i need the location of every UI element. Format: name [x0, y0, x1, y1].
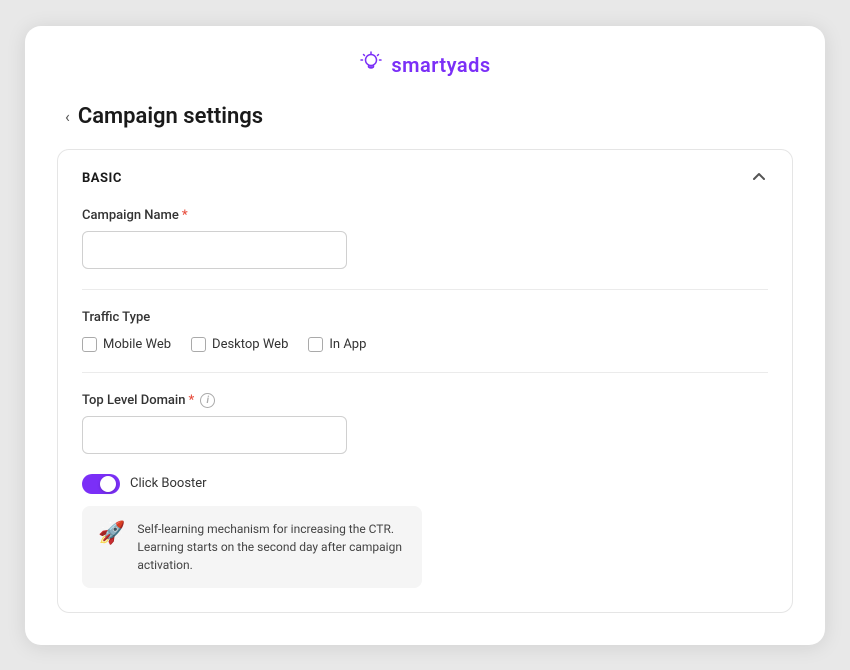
checkbox-mobile-web-input[interactable] [82, 337, 97, 352]
campaign-name-label: Campaign Name * [82, 208, 768, 223]
logo: smartyads [359, 50, 490, 80]
click-booster-label: Click Booster [130, 476, 207, 491]
required-star-name: * [182, 208, 188, 223]
campaign-name-input[interactable] [82, 231, 347, 269]
info-box-text: Self-learning mechanism for increasing t… [137, 520, 406, 574]
checkbox-mobile-web[interactable]: Mobile Web [82, 337, 171, 352]
page-header: ‹ Campaign settings [25, 96, 825, 149]
checkbox-desktop-web-label: Desktop Web [212, 337, 288, 352]
click-booster-toggle[interactable] [82, 474, 120, 494]
traffic-type-label: Traffic Type [82, 310, 768, 325]
checkbox-in-app-label: In App [329, 337, 366, 352]
top-level-domain-input[interactable] [82, 416, 347, 454]
info-icon-domain[interactable]: i [200, 393, 215, 408]
collapse-button[interactable] [750, 168, 768, 190]
basic-section-card: BASIC Campaign Name * [57, 149, 793, 613]
top-level-domain-group: Top Level Domain * i [82, 393, 768, 454]
basic-section-title: BASIC [82, 171, 122, 186]
header: smartyads [25, 26, 825, 96]
logo-icon [359, 50, 383, 80]
required-star-domain: * [188, 393, 194, 408]
campaign-name-group: Campaign Name * [82, 208, 768, 269]
top-level-domain-label: Top Level Domain * i [82, 393, 768, 408]
click-booster-toggle-row: Click Booster [82, 474, 768, 494]
checkbox-desktop-web-input[interactable] [191, 337, 206, 352]
basic-section-body: Campaign Name * Traffic Type Mobile Web [58, 208, 792, 612]
checkbox-desktop-web[interactable]: Desktop Web [191, 337, 288, 352]
checkbox-in-app[interactable]: In App [308, 337, 366, 352]
page-title: Campaign settings [78, 104, 263, 129]
click-booster-info-box: 🚀 Self-learning mechanism for increasing… [82, 506, 422, 588]
app-container: smartyads ‹ Campaign settings BASIC [25, 26, 825, 645]
divider-1 [82, 289, 768, 290]
content-area: BASIC Campaign Name * [25, 149, 825, 645]
logo-text: smartyads [391, 53, 490, 77]
basic-section-header: BASIC [58, 150, 792, 208]
info-box-icon: 🚀 [98, 521, 125, 546]
back-button[interactable]: ‹ [65, 107, 70, 126]
traffic-type-group: Traffic Type Mobile Web Desktop Web [82, 310, 768, 352]
checkbox-in-app-input[interactable] [308, 337, 323, 352]
checkbox-mobile-web-label: Mobile Web [103, 337, 171, 352]
divider-2 [82, 372, 768, 373]
traffic-type-checkboxes: Mobile Web Desktop Web In App [82, 337, 768, 352]
